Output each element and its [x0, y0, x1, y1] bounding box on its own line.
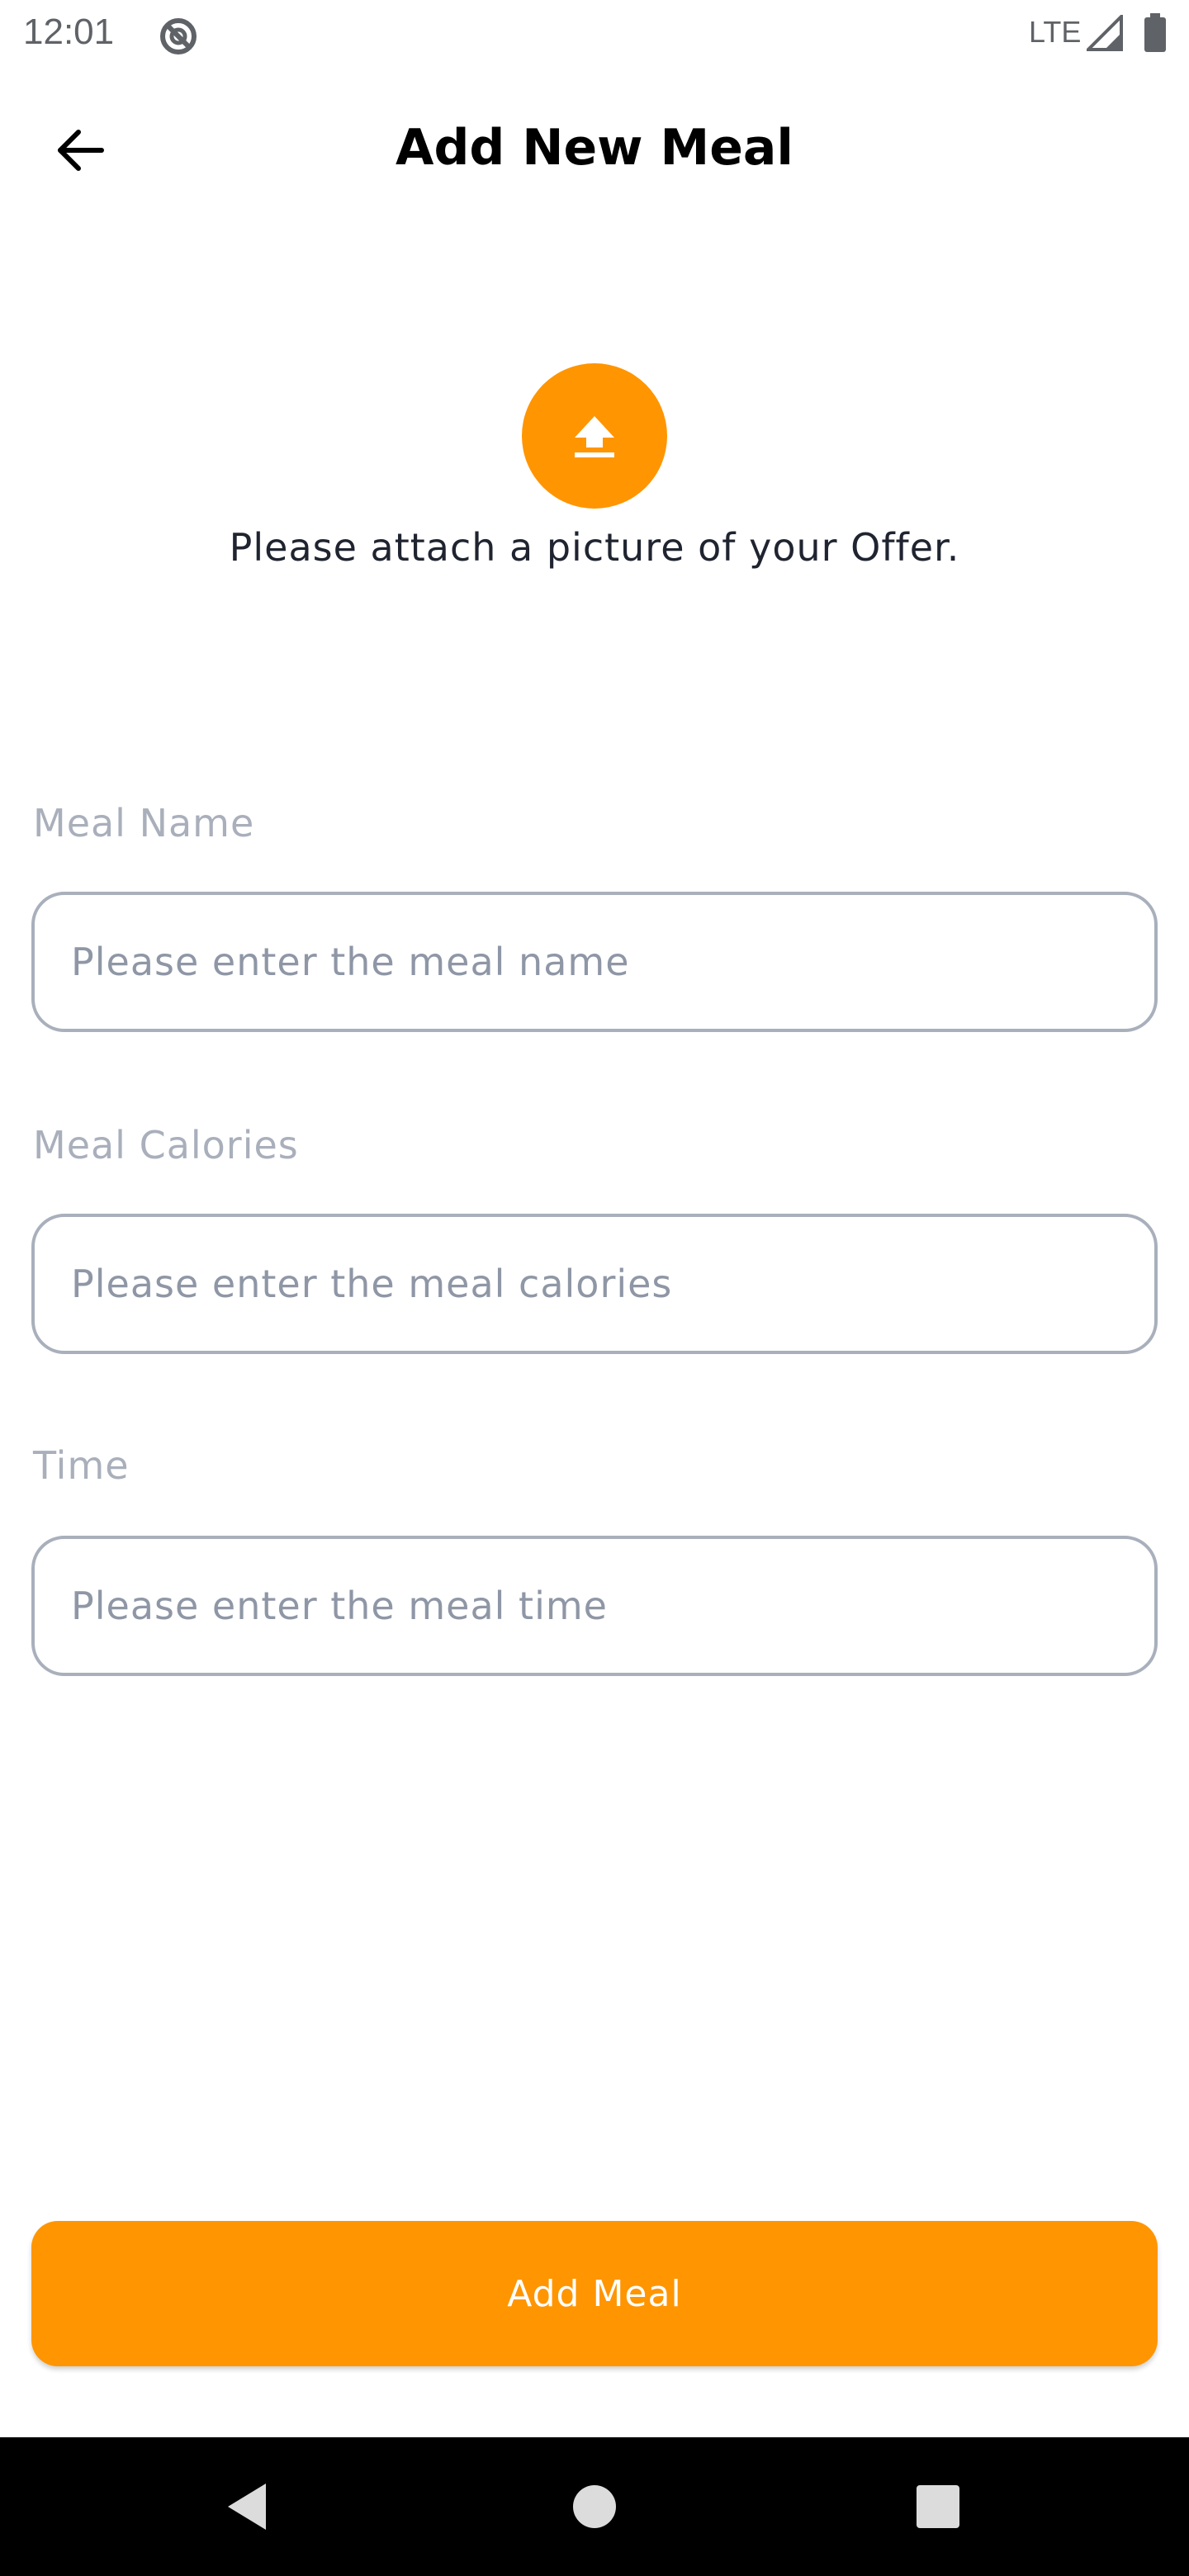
signal-icon [1084, 12, 1123, 51]
upload-photo-button[interactable] [522, 363, 667, 509]
meal-name-input[interactable] [31, 892, 1158, 1032]
nav-recents-icon[interactable] [917, 2485, 959, 2528]
page-title: Add New Meal [396, 119, 793, 177]
meal-calories-label: Meal Calories [33, 1123, 299, 1167]
nav-home-icon[interactable] [573, 2485, 616, 2528]
dnd-icon [157, 15, 200, 58]
status-bar: 12:01 LTE [0, 0, 1189, 69]
battery-icon [1143, 13, 1168, 53]
network-type: LTE [1029, 15, 1082, 49]
meal-time-input[interactable] [31, 1536, 1158, 1676]
upload-icon [575, 416, 614, 457]
add-meal-button[interactable]: Add Meal [31, 2221, 1158, 2366]
meal-time-label: Time [33, 1443, 130, 1488]
meal-name-label: Meal Name [33, 801, 255, 845]
system-nav-bar [0, 2437, 1189, 2576]
upload-hint: Please attach a picture of your Offer. [229, 525, 960, 570]
meal-calories-input[interactable] [31, 1214, 1158, 1354]
app-header: Add New Meal [0, 83, 1189, 215]
status-time: 12:01 [23, 12, 115, 52]
nav-back-icon[interactable] [223, 2480, 272, 2533]
